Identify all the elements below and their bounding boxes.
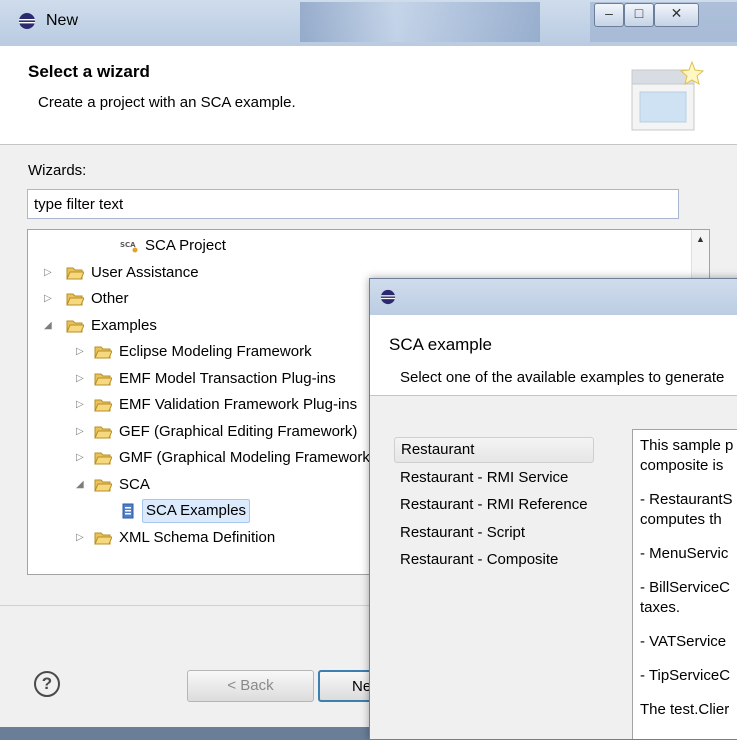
tree-item-label: GMF (Graphical Modeling Framework) (119, 449, 375, 466)
description-line: - TipServiceC (640, 667, 731, 684)
eclipse-icon (19, 13, 35, 29)
page-title: Select a wizard (28, 62, 150, 81)
maximize-icon: □ (634, 5, 644, 21)
folder-icon (94, 371, 113, 387)
tree-item-label: Other (91, 290, 129, 307)
back-button[interactable]: < Back (187, 670, 314, 702)
description-line: - MenuServic (640, 545, 729, 562)
folder-icon (94, 424, 113, 440)
page-description: Create a project with an SCA example. (38, 94, 296, 111)
folder-icon (94, 530, 113, 546)
description-line: taxes. (640, 599, 681, 616)
new-wizard-banner-icon (631, 60, 705, 131)
folder-icon (66, 318, 85, 334)
description-line: - BillServiceC (640, 579, 731, 596)
sca-example-dialog: SCA example Select one of the available … (369, 278, 737, 740)
expand-arrow-icon[interactable]: ▷ (76, 446, 88, 470)
example-list-item[interactable]: Restaurant - RMI Service (394, 465, 568, 491)
wizards-label: Wizards: (28, 162, 87, 179)
tree-item-label: Examples (91, 316, 157, 334)
tree-item-label: XML Schema Definition (119, 528, 276, 546)
wizard-header: Select a wizard Create a project with an… (0, 46, 737, 145)
description-line (640, 618, 737, 632)
expand-arrow-icon[interactable]: ▷ (76, 367, 88, 391)
background-window-strip (300, 2, 540, 42)
description-line: This sample p (640, 437, 734, 454)
folder-icon (94, 450, 113, 466)
description-line: composite is (640, 457, 724, 474)
wizard-filter-input[interactable] (27, 189, 679, 219)
expand-arrow-icon[interactable]: ▷ (44, 261, 56, 285)
description-line: The test.Clier (640, 701, 730, 718)
sca-project-icon: SCA (120, 238, 138, 254)
minimize-button[interactable]: – (594, 3, 624, 27)
description-line (640, 686, 737, 700)
tree-item-label: Eclipse Modeling Framework (119, 343, 312, 360)
tree-item-label: User Assistance (91, 263, 199, 281)
sca-dialog-description: Select one of the available examples to … (400, 369, 725, 386)
collapse-arrow-icon[interactable]: ◢ (44, 314, 56, 338)
description-line (640, 476, 737, 490)
example-list-item[interactable]: Restaurant - Script (394, 520, 525, 546)
svg-text:SCA: SCA (120, 241, 136, 249)
sca-dialog-title-bar[interactable] (370, 279, 737, 316)
maximize-button[interactable]: □ (624, 3, 654, 27)
description-line (640, 530, 737, 544)
description-line (640, 652, 737, 666)
folder-icon (94, 477, 113, 493)
folder-icon (94, 344, 113, 360)
tree-item-label: SCA Examples (142, 499, 251, 523)
eclipse-icon (380, 289, 396, 305)
expand-arrow-icon[interactable]: ▷ (76, 420, 88, 444)
example-description-panel: This sample p composite is - RestaurantS co… (632, 429, 737, 739)
expand-arrow-icon[interactable]: ▷ (76, 340, 88, 364)
expand-arrow-icon[interactable]: ▷ (76, 393, 88, 417)
description-line: computes th (640, 511, 722, 528)
scroll-up-arrow-icon[interactable]: ▲ (692, 234, 709, 244)
sca-dialog-title: SCA example (389, 335, 492, 354)
sca-dialog-header: SCA example Select one of the available … (370, 315, 737, 396)
sca-examples-icon (120, 503, 138, 519)
expand-arrow-icon[interactable]: ▷ (44, 287, 56, 311)
folder-icon (94, 397, 113, 413)
folder-icon (66, 265, 85, 281)
example-list-item[interactable]: Restaurant - RMI Reference (394, 492, 588, 518)
example-list-item[interactable]: Restaurant - Composite (394, 547, 558, 573)
minimize-icon: – (605, 5, 613, 21)
tree-item-label: SCA (119, 475, 150, 493)
folder-icon (66, 291, 85, 307)
window-title: New (46, 12, 79, 29)
tree-item-label: GEF (Graphical Editing Framework) (119, 422, 358, 440)
expand-arrow-icon[interactable]: ▷ (76, 526, 88, 550)
tree-item-label: EMF Model Transaction Plug-ins (119, 369, 336, 387)
close-button[interactable]: ✕ (654, 3, 699, 27)
example-list[interactable]: Restaurant Restaurant - RMI Service Restau… (394, 429, 634, 739)
close-icon: ✕ (670, 5, 683, 21)
description-line: - VATService (640, 633, 727, 650)
tree-item-label: EMF Validation Framework Plug-ins (119, 396, 358, 413)
description-line: - RestaurantS (640, 491, 733, 508)
title-bar[interactable]: New – □ ✕ (0, 0, 737, 47)
collapse-arrow-icon[interactable]: ◢ (76, 473, 88, 497)
example-list-item[interactable]: Restaurant (394, 437, 594, 463)
help-button[interactable]: ? (34, 671, 60, 697)
tree-item[interactable]: SCA SCA Project (28, 234, 688, 258)
description-line (640, 564, 737, 578)
tree-item-label: SCA Project (145, 237, 226, 254)
